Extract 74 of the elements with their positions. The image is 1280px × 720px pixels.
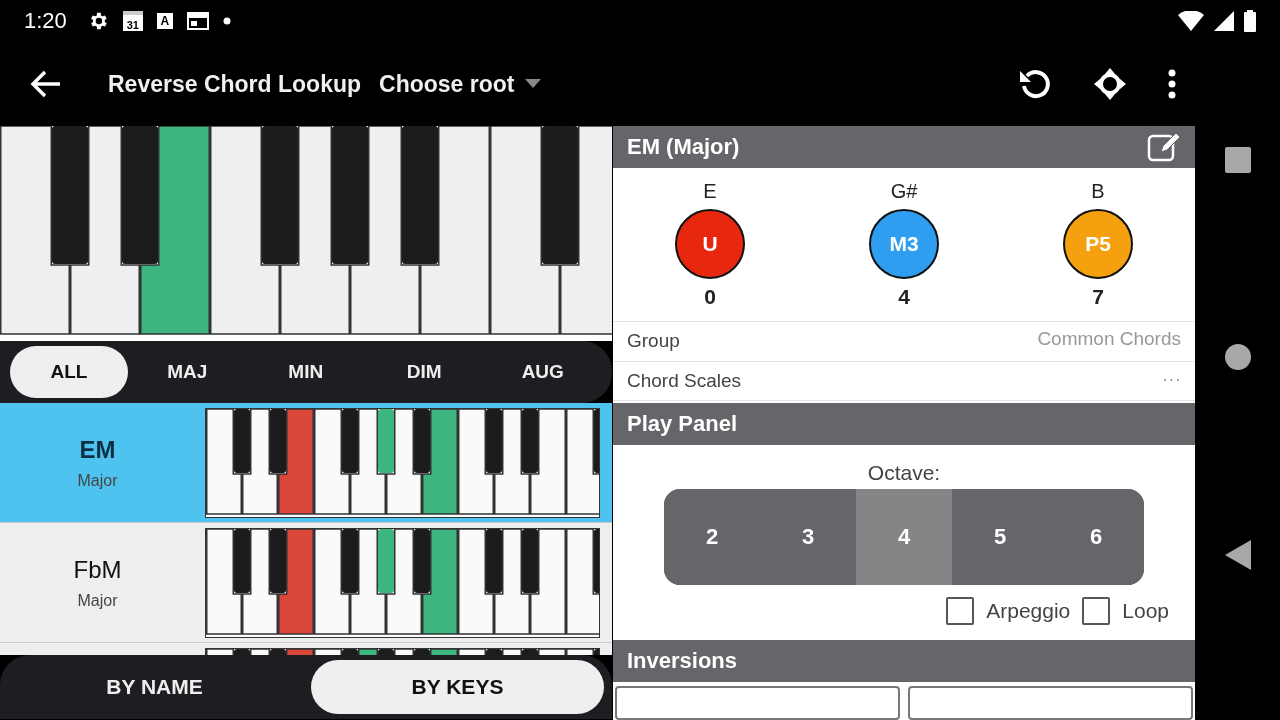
note-name: B [1091, 180, 1105, 204]
piano-key [486, 408, 502, 473]
note-name: G# [890, 180, 918, 204]
piano-key [270, 528, 286, 593]
piano-key[interactable] [350, 126, 420, 335]
piano-key[interactable] [490, 126, 560, 335]
semitone-count: 7 [1092, 285, 1104, 310]
chord-row[interactable]: FbM Major [0, 523, 612, 643]
caret-icon [524, 79, 541, 89]
piano-key [270, 408, 286, 473]
property-value: Common Chords [1037, 327, 1181, 352]
filter-tab[interactable]: MAJ [128, 346, 247, 398]
chord-name: EM [79, 435, 116, 464]
piano-key [414, 408, 430, 473]
chord-quality: Major [77, 591, 118, 610]
root-dropdown[interactable]: Choose root [379, 70, 541, 98]
wifi-icon [1178, 11, 1204, 31]
chord-quality: Major [77, 471, 118, 490]
crosshair-icon[interactable] [1094, 68, 1126, 100]
battery-icon [1244, 10, 1256, 32]
filter-tab[interactable]: DIM [365, 346, 484, 398]
filter-tab[interactable]: AUG [483, 346, 602, 398]
section-title: Play Panel [627, 411, 738, 437]
status-time: 1:20 [24, 8, 67, 34]
piano-key [414, 528, 430, 593]
signal-icon [1214, 11, 1234, 31]
inversion-card[interactable] [908, 686, 1193, 720]
more-icon[interactable] [1168, 69, 1176, 99]
property-label: Chord Scales [627, 369, 742, 392]
home-icon[interactable] [1223, 343, 1252, 371]
back-arrow-icon[interactable] [30, 70, 62, 98]
piano-key[interactable] [420, 126, 490, 335]
screen-title: Reverse Chord Lookup [108, 70, 362, 98]
back-icon[interactable] [1224, 540, 1251, 570]
view-toggle[interactable]: BY KEYS [311, 660, 604, 714]
semitone-count: 0 [704, 285, 716, 310]
keyboard-icon: A [156, 13, 173, 29]
octave-option[interactable]: 4 [856, 489, 952, 585]
checkbox[interactable] [946, 597, 975, 625]
chord-row[interactable]: EM Major [0, 403, 612, 523]
option-label: Arpeggio [986, 599, 1071, 623]
piano-key[interactable] [280, 126, 350, 335]
refresh-icon[interactable] [1018, 68, 1052, 100]
property-value: ··· [1162, 366, 1181, 391]
recents-icon[interactable] [1223, 146, 1252, 174]
window-layout-icon [186, 12, 209, 30]
view-toggle[interactable]: BY NAME [8, 660, 301, 714]
piano-key [234, 528, 250, 593]
option-label: Loop [1122, 599, 1169, 623]
piano-key [342, 528, 358, 593]
octave-label: Octave: [867, 461, 941, 485]
filter-tab[interactable]: MIN [246, 346, 365, 398]
dot-icon [222, 17, 231, 25]
section-title: Inversions [627, 648, 738, 674]
piano-key [342, 408, 358, 473]
piano-key [522, 528, 538, 593]
chord-title: EM (Major) [627, 134, 740, 160]
piano-key [234, 408, 250, 473]
filter-tab[interactable]: ALL [10, 346, 128, 398]
note-name: E [703, 180, 717, 204]
piano-key[interactable] [210, 126, 280, 335]
property-label: Group [627, 330, 680, 353]
piano-key [522, 408, 538, 473]
edit-icon[interactable] [1147, 132, 1181, 162]
calendar-icon: 31 [122, 11, 143, 31]
interval-badge[interactable]: U [675, 209, 745, 280]
piano-key[interactable] [0, 126, 70, 335]
piano-key[interactable] [140, 126, 210, 335]
inversion-card[interactable] [615, 686, 900, 720]
piano-key [486, 528, 502, 593]
semitone-count: 4 [898, 285, 910, 310]
chord-name: FbM [73, 555, 122, 584]
piano-key[interactable] [70, 126, 140, 335]
checkbox[interactable] [1082, 597, 1111, 625]
